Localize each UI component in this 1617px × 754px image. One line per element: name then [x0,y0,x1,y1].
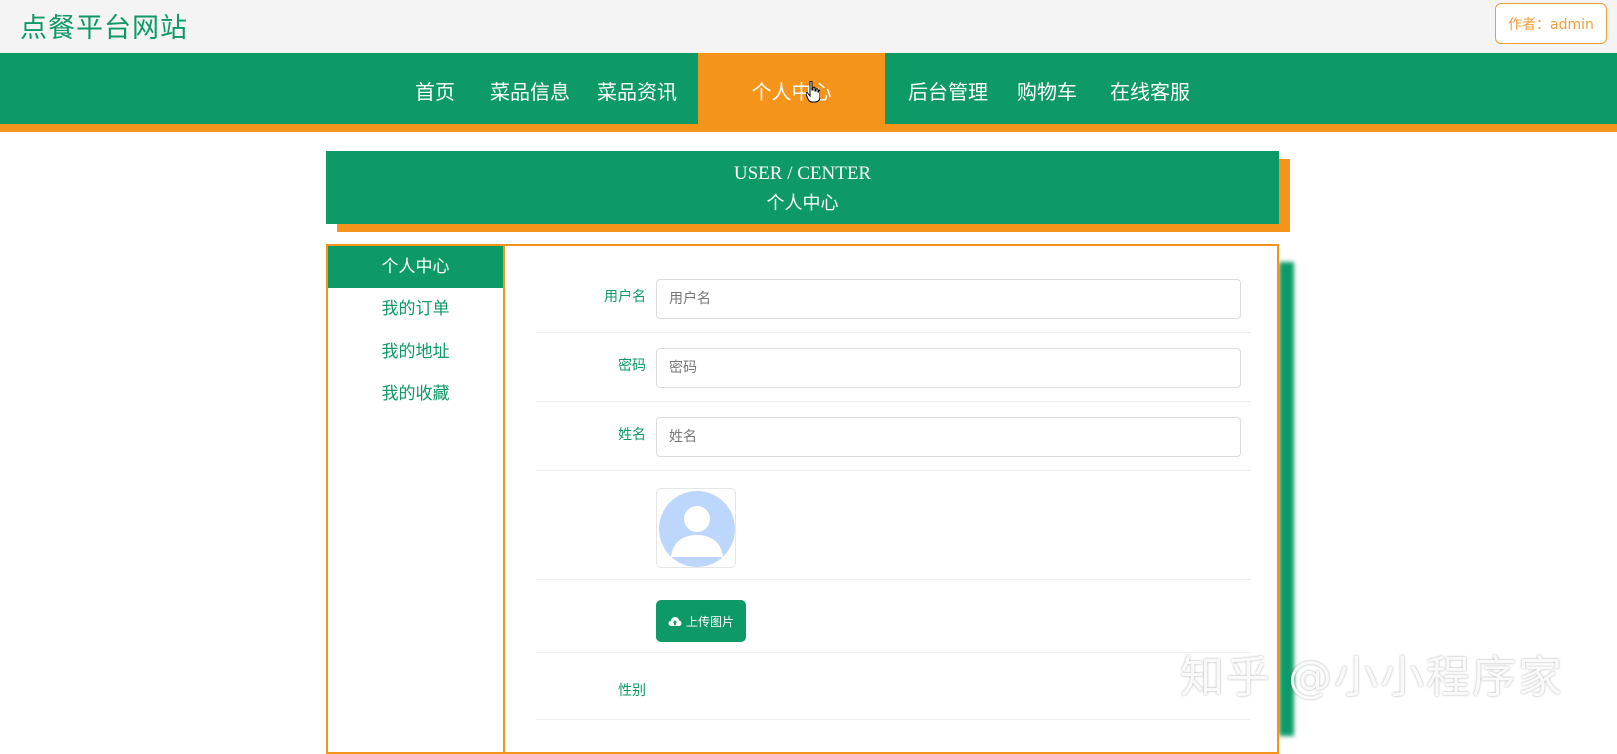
upload-image-button[interactable]: 上传图片 [656,600,746,642]
name-row: 姓名 [536,402,1251,471]
sidebar-menu: 个人中心 我的订单 我的地址 我的收藏 [328,246,505,752]
watermark: 知乎 @小小程序家 [1180,652,1564,703]
name-input[interactable] [656,417,1241,457]
sidebar-item-my-address[interactable]: 我的地址 [328,331,503,373]
nav-customer-service[interactable]: 在线客服 [1105,53,1195,132]
site-title[interactable]: 点餐平台网站 [20,6,188,45]
password-input[interactable] [656,348,1241,388]
cloud-upload-icon [668,616,682,626]
nav-cart[interactable]: 购物车 [1011,53,1083,132]
page-banner: USER / CENTER 个人中心 [326,151,1279,224]
top-bar: 点餐平台网站 作者：admin [0,0,1617,53]
gender-label: 性别 [618,683,646,699]
upload-image-label: 上传图片 [685,614,734,629]
username-label: 用户名 [604,289,646,305]
nav-admin[interactable]: 后台管理 [903,53,993,132]
nav-home[interactable]: 首页 [399,53,471,132]
password-label: 密码 [618,358,646,374]
username-row: 用户名 [536,264,1251,333]
nav-dish-info[interactable]: 菜品信息 [485,53,575,132]
password-row: 密码 [536,333,1251,402]
banner-title-zh: 个人中心 [766,193,839,214]
upload-row: 上传图片 [536,580,1251,653]
sidebar-item-user-center[interactable]: 个人中心 [328,246,503,288]
hand-pointer-icon [806,81,820,103]
gender-row: 性别 [536,653,1251,720]
nav-user-center[interactable]: 个人中心 [698,53,885,132]
author-badge[interactable]: 作者：admin [1495,3,1607,44]
username-input[interactable] [656,279,1241,319]
avatar-placeholder-icon [659,491,735,567]
sidebar-item-my-favorites[interactable]: 我的收藏 [328,373,503,415]
avatar[interactable] [656,488,736,568]
banner-title-en: USER / CENTER [733,163,872,184]
user-center-panel: 个人中心 我的订单 我的地址 我的收藏 用户名 密码 姓名 [326,244,1279,754]
name-label: 姓名 [618,427,646,443]
sidebar-item-my-orders[interactable]: 我的订单 [328,288,503,330]
nav-dish-news[interactable]: 菜品资讯 [592,53,682,132]
avatar-row [536,471,1251,580]
